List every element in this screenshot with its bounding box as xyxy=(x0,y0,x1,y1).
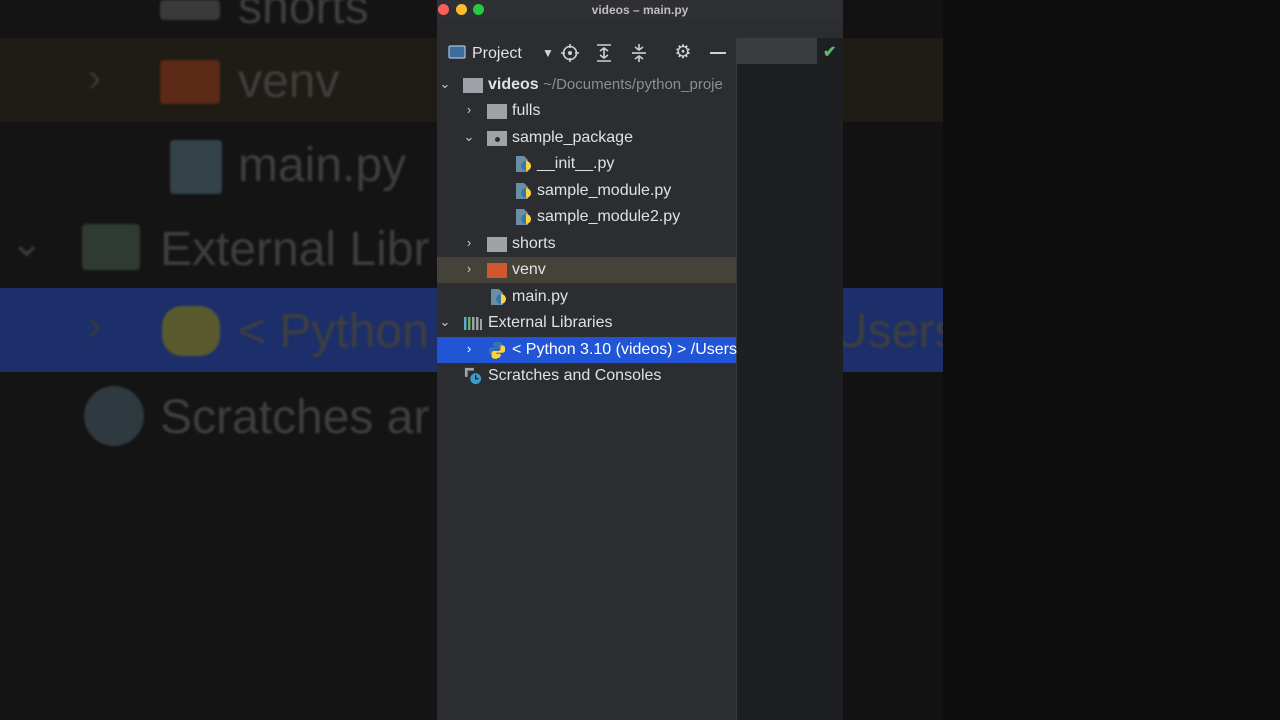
title-bar: videos – main.py xyxy=(437,0,843,20)
tree-label: < Python 3.10 (videos) > /Users xyxy=(512,341,737,358)
bg-python-icon xyxy=(162,306,220,356)
tree-item-python-sdk[interactable]: › < Python 3.10 (videos) > /Users xyxy=(437,337,737,363)
bg-text-users: Users xyxy=(843,305,959,358)
bg-chevron-right-icon: › xyxy=(88,56,102,100)
bg-row-scratches: Scratches ar xyxy=(0,378,437,462)
bg-text-venv: venv xyxy=(238,55,340,108)
bg-row-python: › < Python xyxy=(0,288,437,372)
library-icon xyxy=(464,317,482,330)
project-view-label[interactable]: Project xyxy=(472,45,522,63)
bg-row-external: ⌄ External Libr xyxy=(0,206,437,290)
chevron-right-icon[interactable]: › xyxy=(462,260,476,278)
folder-icon xyxy=(463,78,483,93)
chevron-down-icon[interactable]: ⌄ xyxy=(438,313,452,331)
tree-item-venv[interactable]: › venv xyxy=(437,257,736,283)
chevron-down-icon[interactable]: ⌄ xyxy=(462,128,476,146)
tree-label: Scratches and Consoles xyxy=(488,367,662,384)
locate-icon[interactable] xyxy=(561,44,579,62)
tree-label: shorts xyxy=(512,235,556,252)
bg-dark-area xyxy=(943,0,1280,720)
python-file-icon xyxy=(516,209,531,225)
project-view-icon[interactable] xyxy=(448,44,466,62)
bg-text-python: < Python xyxy=(238,305,429,358)
bg-chevron-down-icon: ⌄ xyxy=(10,221,44,265)
tree-item-shorts[interactable]: › shorts xyxy=(437,231,736,257)
scratches-icon xyxy=(464,367,482,385)
collapse-all-icon[interactable] xyxy=(630,44,648,62)
hide-icon[interactable] xyxy=(709,44,727,62)
python-file-icon xyxy=(516,183,531,199)
tree-label: videos ~/Documents/python_proje xyxy=(488,76,723,94)
bg-row-venv: › venv xyxy=(0,38,437,122)
tree-label: fulls xyxy=(512,102,541,119)
package-folder-icon xyxy=(487,131,507,146)
background-right-panel: Users xyxy=(843,0,1280,720)
bg-chevron-right-icon: › xyxy=(88,304,102,348)
chevron-down-icon[interactable]: ⌄ xyxy=(438,75,452,93)
root-path: ~/Documents/python_proje xyxy=(543,76,723,93)
tree-label: venv xyxy=(512,261,546,278)
tree-item-sample-module[interactable]: sample_module.py xyxy=(437,178,736,204)
project-toolbar: Project ▼ ⚙ xyxy=(437,38,737,68)
bg-text-scratches: Scratches ar xyxy=(160,391,430,444)
expand-all-icon[interactable] xyxy=(595,44,613,62)
tree-label: External Libraries xyxy=(488,314,613,331)
bg-row-main: main.py xyxy=(0,122,437,206)
python-icon xyxy=(488,341,506,359)
bg-venv-strip xyxy=(843,38,943,122)
tree-item-main-py[interactable]: main.py xyxy=(437,284,736,310)
tree-label: main.py xyxy=(512,288,569,305)
bg-text-shorts: shorts xyxy=(238,0,369,34)
bg-text-main: main.py xyxy=(238,139,407,192)
tree-item-fulls[interactable]: › fulls xyxy=(437,98,736,124)
tree-label: sample_package xyxy=(512,129,633,146)
bg-folder-icon xyxy=(160,0,220,20)
tree-item-sample-module2[interactable]: sample_module2.py xyxy=(437,204,736,230)
checkmark-icon: ✔ xyxy=(823,44,837,61)
root-name: videos xyxy=(488,76,539,93)
bg-scratches-icon xyxy=(84,386,144,446)
folder-icon xyxy=(487,104,507,119)
tree-item-init-py[interactable]: __init__.py xyxy=(437,151,736,177)
bg-venv-folder-icon xyxy=(160,60,220,104)
chevron-right-icon[interactable]: › xyxy=(462,340,476,358)
tree-root-videos[interactable]: ⌄ videos ~/Documents/python_proje xyxy=(437,72,736,98)
excluded-folder-icon xyxy=(487,263,507,278)
tree-item-sample-package[interactable]: ⌄ sample_package xyxy=(437,125,736,151)
editor-area: ✔ xyxy=(736,38,843,720)
tree-label: sample_module2.py xyxy=(537,208,681,225)
window-title: videos – main.py xyxy=(591,3,689,17)
bg-library-icon xyxy=(82,224,140,270)
python-file-icon xyxy=(491,289,506,305)
editor-tab[interactable] xyxy=(737,38,817,64)
folder-icon xyxy=(487,237,507,252)
bg-selection-strip: Users xyxy=(843,288,958,372)
dropdown-icon[interactable]: ▼ xyxy=(539,44,557,62)
bg-python-file-icon xyxy=(170,140,222,194)
background-left-panel: shorts › venv main.py ⌄ External Libr › … xyxy=(0,0,437,720)
gear-icon[interactable]: ⚙ xyxy=(674,43,692,62)
chevron-right-icon[interactable]: › xyxy=(462,234,476,252)
python-file-icon xyxy=(516,156,531,172)
chevron-right-icon[interactable]: › xyxy=(462,101,476,119)
ide-window: videos – main.py Project ▼ ⚙ ✔ ⌄ videos … xyxy=(437,0,843,720)
bg-text-external: External Libr xyxy=(160,223,430,276)
tree-label: sample_module.py xyxy=(537,182,672,199)
tree-item-scratches[interactable]: Scratches and Consoles xyxy=(437,363,736,389)
tree-label: __init__.py xyxy=(537,155,615,172)
tree-item-external-libraries[interactable]: ⌄ External Libraries xyxy=(437,310,736,336)
